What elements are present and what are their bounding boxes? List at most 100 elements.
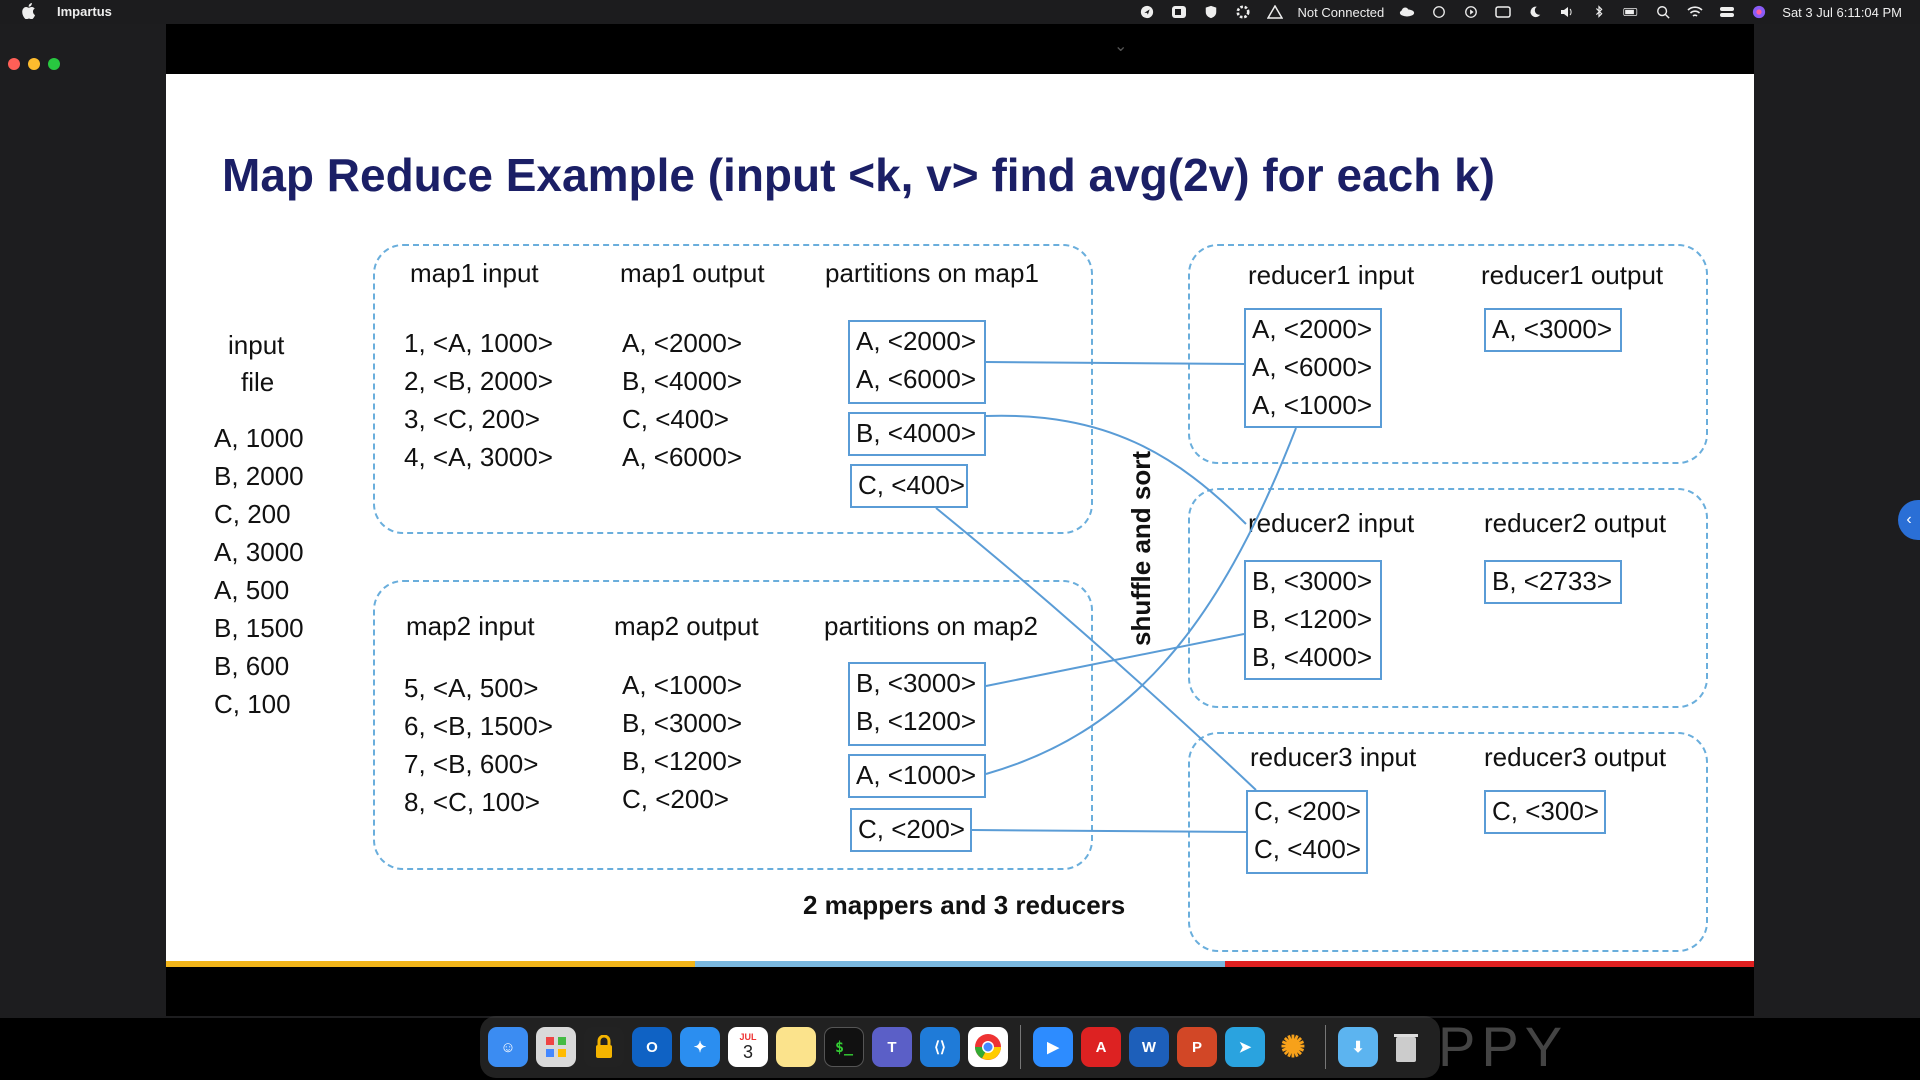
map2-partition-c: C, <200>	[850, 808, 972, 852]
reducer-entry: B, <1200>	[1252, 604, 1372, 634]
reducer-entry: B, <4000>	[1252, 642, 1372, 672]
datetime[interactable]: Sat 3 Jul 6:11:04 PM	[1782, 5, 1902, 20]
map1-partitions-header: partitions on map1	[825, 258, 1039, 288]
partition-entry: A, <2000>	[856, 326, 976, 356]
color-bar-red	[1224, 961, 1754, 967]
partition-entry: C, <200>	[858, 814, 965, 844]
reducer-entry: B, <3000>	[1252, 566, 1372, 596]
volume-icon[interactable]	[1558, 5, 1576, 19]
map1-input-list: 1, <A, 1000> 2, <B, 2000> 3, <C, 200> 4,…	[404, 324, 553, 476]
trash-icon[interactable]	[1386, 1027, 1426, 1067]
reducer3-output-box: C, <300>	[1484, 790, 1606, 834]
terminal-icon[interactable]: $_	[824, 1027, 864, 1067]
list-item: A, <2000>	[622, 328, 742, 358]
lecture-slide: Map Reduce Example (input <k, v> find av…	[166, 74, 1754, 967]
video-icon[interactable]	[1170, 5, 1188, 19]
reducer-entry: C, <200>	[1254, 796, 1361, 826]
dock-separator	[1325, 1025, 1326, 1069]
map2-input-header: map2 input	[406, 611, 535, 641]
map1-partition-a: A, <2000> A, <6000>	[848, 320, 986, 404]
list-item: 5, <A, 500>	[404, 673, 539, 703]
map2-partitions-header: partitions on map2	[824, 611, 1038, 641]
status-area: Not Connected Sat 3 Jul 6:11:04 PM	[1138, 0, 1902, 24]
list-item: B, 600	[214, 651, 290, 681]
reducer-output: C, <300>	[1492, 796, 1599, 826]
teams-icon[interactable]: T	[872, 1027, 912, 1067]
powerpoint-icon[interactable]: P	[1177, 1027, 1217, 1067]
map1-partition-c: C, <400>	[850, 464, 968, 508]
chevron-down-icon[interactable]: ⌄	[1114, 36, 1127, 56]
map1-input-header: map1 input	[410, 258, 539, 288]
safari-icon[interactable]: ✦	[680, 1027, 720, 1067]
acrobat-icon[interactable]: A	[1081, 1027, 1121, 1067]
play-circle-icon[interactable]	[1462, 5, 1480, 19]
word-icon[interactable]: W	[1129, 1027, 1169, 1067]
outlook-icon[interactable]: O	[632, 1027, 672, 1067]
gear-icon[interactable]	[1234, 5, 1252, 19]
slide-title: Map Reduce Example (input <k, v> find av…	[222, 149, 1495, 201]
list-item: A, 1000	[214, 423, 304, 453]
partition-entry: A, <6000>	[856, 364, 976, 394]
partition-entry: A, <1000>	[856, 760, 976, 790]
list-item: 8, <C, 100>	[404, 787, 540, 817]
list-item: A, 500	[214, 575, 290, 605]
vscode-icon[interactable]: ⟨⟩	[920, 1027, 960, 1067]
reducer2-input-header: reducer2 input	[1248, 508, 1415, 538]
minimize-button[interactable]	[28, 58, 40, 70]
battery-icon[interactable]	[1622, 5, 1640, 19]
close-button[interactable]	[8, 58, 20, 70]
list-item: 1, <A, 1000>	[404, 328, 553, 358]
reducer-output: A, <3000>	[1492, 314, 1612, 344]
reducer-entry: A, <6000>	[1252, 352, 1372, 382]
bluetooth-icon[interactable]	[1590, 5, 1608, 19]
map1-output-header: map1 output	[620, 258, 765, 288]
cloud-icon[interactable]	[1398, 5, 1416, 19]
location-icon[interactable]	[1138, 5, 1156, 19]
partition-entry: B, <1200>	[856, 706, 976, 736]
list-item: B, <4000>	[622, 366, 742, 396]
input-file-label-line1: input	[228, 330, 285, 360]
dock: ☺ O ✦ JUL 3 $_ T ⟨⟩ ▶ A W P ➤ ✺ ⬇	[480, 1016, 1440, 1078]
list-item: C, 200	[214, 499, 291, 529]
reducer2-output-box: B, <2733>	[1484, 560, 1622, 604]
control-center-icon[interactable]	[1718, 5, 1736, 19]
list-item: C, 100	[214, 689, 291, 719]
search-icon[interactable]	[1654, 5, 1672, 19]
list-item: A, 3000	[214, 537, 304, 567]
notes-icon[interactable]	[776, 1027, 816, 1067]
reducer-entry: A, <2000>	[1252, 314, 1372, 344]
keychain-icon[interactable]	[584, 1027, 624, 1067]
caption-icon[interactable]	[1494, 5, 1512, 19]
finder-icon[interactable]: ☺	[488, 1027, 528, 1067]
wifi-icon[interactable]	[1686, 5, 1704, 19]
dock-separator	[1020, 1025, 1021, 1069]
list-item: C, <200>	[622, 784, 729, 814]
chrome-icon[interactable]	[968, 1027, 1008, 1067]
moon-icon[interactable]	[1526, 5, 1544, 19]
reducer-entry: A, <1000>	[1252, 390, 1372, 420]
calendar-icon[interactable]: JUL 3	[728, 1027, 768, 1067]
reducer2-output-header: reducer2 output	[1484, 508, 1667, 538]
list-item: 4, <A, 3000>	[404, 442, 553, 472]
reducer-entry: C, <400>	[1254, 834, 1361, 864]
zoom-icon[interactable]: ▶	[1033, 1027, 1073, 1067]
launchpad-icon[interactable]	[536, 1027, 576, 1067]
slide-color-bar	[166, 961, 1754, 967]
app-name[interactable]: Impartus	[57, 4, 112, 19]
list-item: 7, <B, 600>	[404, 749, 539, 779]
siri-icon[interactable]	[1750, 5, 1768, 19]
shield-icon[interactable]	[1202, 5, 1220, 19]
apple-icon[interactable]	[22, 3, 36, 19]
list-item: A, <1000>	[622, 670, 742, 700]
zoom-button[interactable]	[48, 58, 60, 70]
network-status[interactable]: Not Connected	[1298, 5, 1385, 20]
color-bar-blue	[695, 961, 1225, 967]
burst-app-icon[interactable]: ✺	[1273, 1027, 1313, 1067]
map2-input-list: 5, <A, 500> 6, <B, 1500> 7, <B, 600> 8, …	[404, 669, 553, 821]
downloads-icon[interactable]: ⬇	[1338, 1027, 1378, 1067]
list-item: B, 2000	[214, 461, 304, 491]
reducer1-output-box: A, <3000>	[1484, 308, 1622, 352]
globe-icon[interactable]	[1430, 5, 1448, 19]
telegram-icon[interactable]: ➤	[1225, 1027, 1265, 1067]
list-item: B, <3000>	[622, 708, 742, 738]
